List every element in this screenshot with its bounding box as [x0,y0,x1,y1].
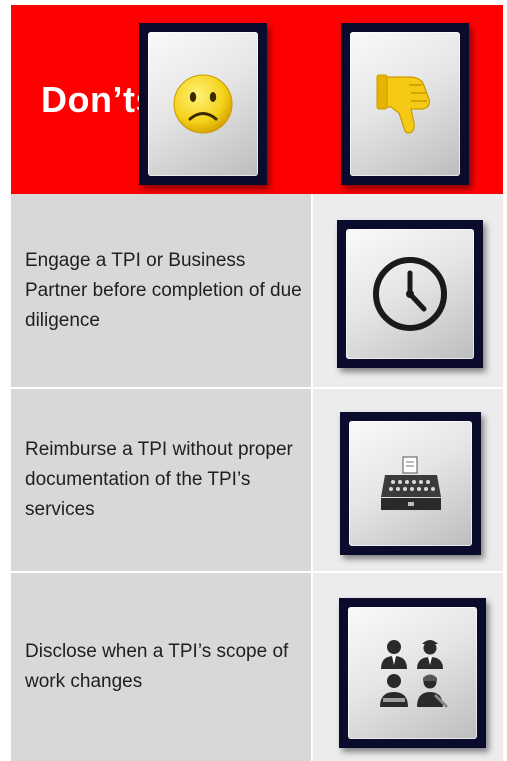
thumbs-down-icon [376,74,430,134]
sad-face-tile [139,23,267,185]
thumbs-down-tile [341,23,469,185]
dont-row-text: Engage a TPI or Business Partner before … [11,194,311,387]
header-banner: Don’ts [11,5,503,194]
dont-row-text: Reimburse a TPI without proper documenta… [11,389,311,571]
dont-row: Disclose when a TPI’s scope of work chan… [11,573,503,761]
dont-row-icon-cell [313,389,503,571]
dont-row: Engage a TPI or Business Partner before … [11,194,503,389]
donts-slide: Don’ts Engage a TPI or Business Partner … [0,0,507,761]
people-tile [339,598,486,748]
clock-icon [373,257,447,331]
dont-row-icon-cell [313,194,503,387]
dont-row: Reimburse a TPI without proper documenta… [11,389,503,573]
cash-register-icon [380,456,441,510]
people-icon [379,640,448,709]
clock-tile [337,220,483,368]
dont-row-icon-cell [313,573,503,761]
sad-face-icon [173,74,233,134]
dont-row-text: Disclose when a TPI’s scope of work chan… [11,573,311,761]
cash-register-tile [340,412,481,555]
